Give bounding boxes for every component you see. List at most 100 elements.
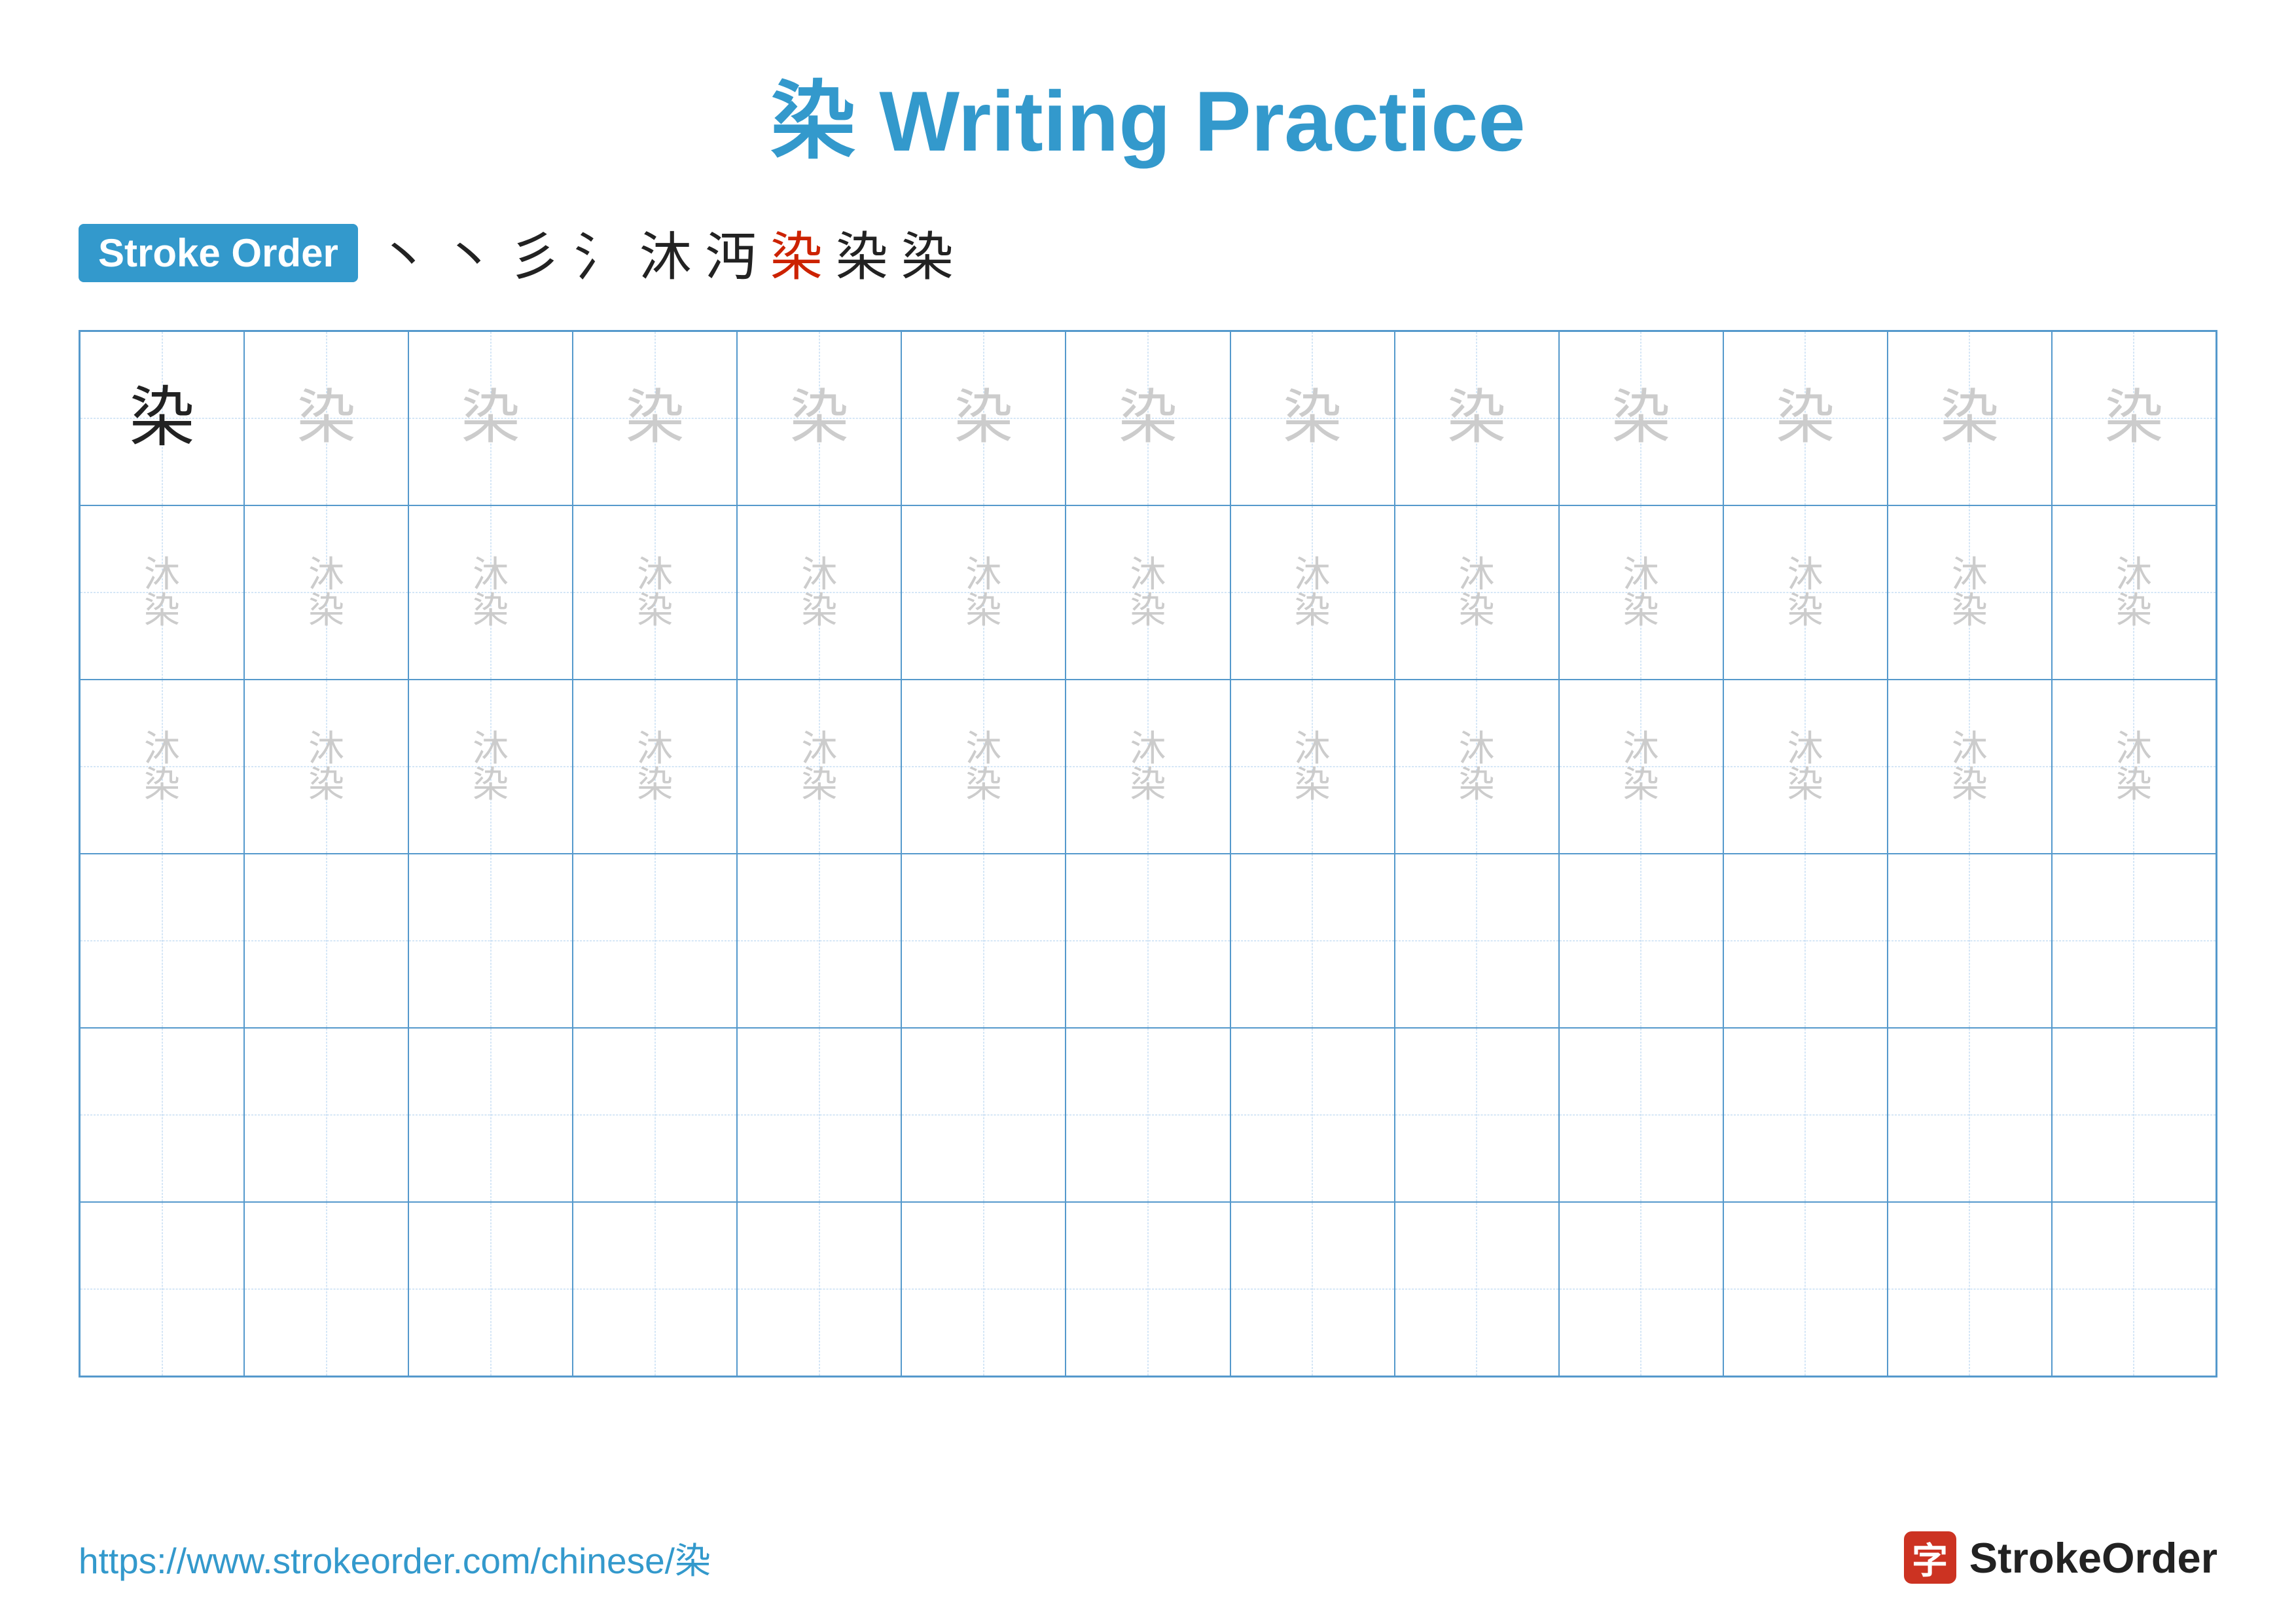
grid-cell-r2c1[interactable]: 沐 染	[244, 680, 408, 854]
grid-cell-r0c5[interactable]: 染	[901, 331, 1066, 505]
cell-char-two: 沐 染	[1787, 731, 1823, 803]
title-char: 染	[770, 73, 855, 169]
grid-cell-r4c10[interactable]	[1723, 1028, 1888, 1202]
cell-char-two: 沐 染	[144, 731, 180, 803]
cell-char-two: 沐 染	[965, 556, 1001, 629]
grid-cell-r5c6[interactable]	[1066, 1202, 1230, 1376]
stroke-9: 染	[901, 215, 954, 291]
grid-cell-r3c0[interactable]	[80, 854, 244, 1028]
grid-cell-r2c7[interactable]: 沐 染	[1230, 680, 1395, 854]
grid-cell-r1c2[interactable]: 沐 染	[408, 505, 573, 680]
grid-cell-r0c7[interactable]: 染	[1230, 331, 1395, 505]
grid-cell-r3c2[interactable]	[408, 854, 573, 1028]
grid-cell-r1c1[interactable]: 沐 染	[244, 505, 408, 680]
grid-cell-r3c7[interactable]	[1230, 854, 1395, 1028]
grid-cell-r0c2[interactable]: 染	[408, 331, 573, 505]
grid-cell-r3c3[interactable]	[573, 854, 737, 1028]
grid-cell-r1c0[interactable]: 沐 染	[80, 505, 244, 680]
grid-cell-r3c11[interactable]	[1888, 854, 2052, 1028]
grid-cell-r1c11[interactable]: 沐 染	[1888, 505, 2052, 680]
grid-cell-r5c0[interactable]	[80, 1202, 244, 1376]
practice-grid: 染 染 染 染 染 染 染 染 染 染 染 染	[79, 330, 2217, 1377]
grid-cell-r2c10[interactable]: 沐 染	[1723, 680, 1888, 854]
grid-cell-r5c12[interactable]	[2052, 1202, 2216, 1376]
grid-cell-r2c0[interactable]: 沐 染	[80, 680, 244, 854]
cell-char: 染	[461, 389, 520, 448]
cell-char-two: 沐 染	[1295, 556, 1331, 629]
grid-cell-r4c2[interactable]	[408, 1028, 573, 1202]
grid-cell-r2c11[interactable]: 沐 染	[1888, 680, 2052, 854]
grid-cell-r4c6[interactable]	[1066, 1028, 1230, 1202]
grid-cell-r3c12[interactable]	[2052, 854, 2216, 1028]
grid-cell-r2c9[interactable]: 沐 染	[1559, 680, 1723, 854]
grid-cell-r2c3[interactable]: 沐 染	[573, 680, 737, 854]
cell-char: 染	[1611, 389, 1670, 448]
grid-cell-r5c1[interactable]	[244, 1202, 408, 1376]
grid-cell-r5c9[interactable]	[1559, 1202, 1723, 1376]
grid-cell-r3c8[interactable]	[1395, 854, 1559, 1028]
cell-char-two: 沐 染	[1952, 556, 1988, 629]
cell-char-two: 沐 染	[308, 731, 344, 803]
grid-cell-r5c5[interactable]	[901, 1202, 1066, 1376]
grid-cell-r2c6[interactable]: 沐 染	[1066, 680, 1230, 854]
cell-char-two: 沐 染	[1459, 556, 1495, 629]
grid-cell-r0c0[interactable]: 染	[80, 331, 244, 505]
grid-cell-r0c6[interactable]: 染	[1066, 331, 1230, 505]
grid-cell-r2c8[interactable]: 沐 染	[1395, 680, 1559, 854]
stroke-order-badge: Stroke Order	[79, 224, 358, 282]
grid-cell-r3c9[interactable]	[1559, 854, 1723, 1028]
grid-cell-r3c4[interactable]	[737, 854, 901, 1028]
cell-char-two: 沐 染	[1459, 731, 1495, 803]
grid-cell-r1c4[interactable]: 沐 染	[737, 505, 901, 680]
cell-char-two: 沐 染	[637, 556, 673, 629]
cell-char-two: 沐 染	[1952, 731, 1988, 803]
grid-cell-r5c11[interactable]	[1888, 1202, 2052, 1376]
grid-cell-r2c4[interactable]: 沐 染	[737, 680, 901, 854]
grid-cell-r4c4[interactable]	[737, 1028, 901, 1202]
grid-cell-r5c2[interactable]	[408, 1202, 573, 1376]
cell-char: 染	[626, 389, 685, 448]
grid-cell-r0c9[interactable]: 染	[1559, 331, 1723, 505]
grid-cell-r0c3[interactable]: 染	[573, 331, 737, 505]
cell-char-two: 沐 染	[801, 556, 837, 629]
grid-cell-r0c1[interactable]: 染	[244, 331, 408, 505]
grid-cell-r5c8[interactable]	[1395, 1202, 1559, 1376]
grid-cell-r5c10[interactable]	[1723, 1202, 1888, 1376]
cell-char-two: 沐 染	[965, 731, 1001, 803]
grid-cell-r0c11[interactable]: 染	[1888, 331, 2052, 505]
grid-cell-r3c6[interactable]	[1066, 854, 1230, 1028]
grid-cell-r4c0[interactable]	[80, 1028, 244, 1202]
grid-cell-r1c5[interactable]: 沐 染	[901, 505, 1066, 680]
grid-cell-r4c9[interactable]	[1559, 1028, 1723, 1202]
grid-cell-r3c5[interactable]	[901, 854, 1066, 1028]
grid-cell-r4c8[interactable]	[1395, 1028, 1559, 1202]
grid-cell-r5c3[interactable]	[573, 1202, 737, 1376]
grid-cell-r5c4[interactable]	[737, 1202, 901, 1376]
grid-cell-r1c10[interactable]: 沐 染	[1723, 505, 1888, 680]
cell-char: 染	[2104, 389, 2163, 448]
grid-cell-r4c12[interactable]	[2052, 1028, 2216, 1202]
grid-cell-r2c2[interactable]: 沐 染	[408, 680, 573, 854]
grid-cell-r2c5[interactable]: 沐 染	[901, 680, 1066, 854]
grid-cell-r1c9[interactable]: 沐 染	[1559, 505, 1723, 680]
grid-cell-r5c7[interactable]	[1230, 1202, 1395, 1376]
cell-char-two: 沐 染	[2116, 731, 2152, 803]
grid-cell-r4c7[interactable]	[1230, 1028, 1395, 1202]
grid-cell-r3c1[interactable]	[244, 854, 408, 1028]
grid-cell-r1c8[interactable]: 沐 染	[1395, 505, 1559, 680]
grid-cell-r1c12[interactable]: 沐 染	[2052, 505, 2216, 680]
grid-cell-r4c3[interactable]	[573, 1028, 737, 1202]
grid-cell-r4c5[interactable]	[901, 1028, 1066, 1202]
grid-cell-r1c3[interactable]: 沐 染	[573, 505, 737, 680]
stroke-8: 染	[836, 215, 888, 291]
grid-cell-r0c12[interactable]: 染	[2052, 331, 2216, 505]
grid-cell-r1c6[interactable]: 沐 染	[1066, 505, 1230, 680]
grid-cell-r3c10[interactable]	[1723, 854, 1888, 1028]
grid-cell-r2c12[interactable]: 沐 染	[2052, 680, 2216, 854]
grid-cell-r4c11[interactable]	[1888, 1028, 2052, 1202]
grid-cell-r1c7[interactable]: 沐 染	[1230, 505, 1395, 680]
grid-cell-r4c1[interactable]	[244, 1028, 408, 1202]
grid-cell-r0c4[interactable]: 染	[737, 331, 901, 505]
grid-cell-r0c10[interactable]: 染	[1723, 331, 1888, 505]
grid-cell-r0c8[interactable]: 染	[1395, 331, 1559, 505]
